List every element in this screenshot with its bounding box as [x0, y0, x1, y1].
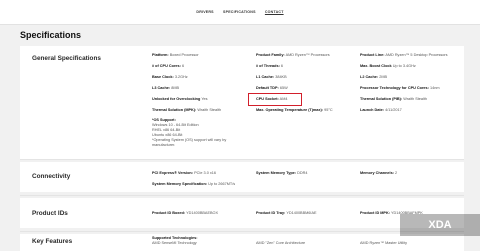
- section-divider: [20, 231, 464, 232]
- spec-launch-date: Launch Date: 4/11/2017: [360, 108, 402, 112]
- spec-platform: Platform: Boxed Processor: [152, 53, 199, 57]
- spec-threads: # of Threads: 6: [256, 64, 284, 68]
- xda-watermark-logo: XDA: [400, 214, 480, 236]
- spec-product-id-tray: Product ID Tray: YD1400BBM6IAE: [256, 211, 317, 215]
- nav-link-drivers[interactable]: DRIVERS: [196, 10, 213, 14]
- feature-sensemi: AMD SenseMI Technology: [152, 241, 197, 245]
- general-specifications-panel: [20, 46, 464, 159]
- spec-product-id-boxed: Product ID Boxed: YD1400BBAEBOX: [152, 211, 218, 215]
- spec-pcie-version: PCI Express® Version: PCIe 3.0 x16: [152, 171, 217, 175]
- section-divider: [20, 159, 464, 160]
- page-title: Specifications: [20, 30, 82, 40]
- spec-product-line: Product Line: AMD Ryzen™ 5 Desktop Proce…: [360, 53, 448, 57]
- nav-link-contact[interactable]: CONTACT: [265, 10, 284, 14]
- spec-product-family: Product Family: AMD Ryzen™ Processors: [256, 53, 330, 57]
- spec-process-technology: Processor Technology for CPU Cores: 14nm: [360, 86, 440, 90]
- section-title-key-features: Key Features: [32, 238, 73, 245]
- connectivity-panel: [20, 162, 464, 192]
- section-title-connectivity: Connectivity: [32, 173, 71, 180]
- spec-max-operating-temp: Max. Operating Temperature (Tjmax): 95°C: [256, 108, 333, 112]
- spec-default-tdp: Default TDP: 65W: [256, 86, 288, 90]
- section-title-general: General Specifications: [32, 55, 101, 62]
- feature-zen-core: AMD "Zen" Core Architecture: [256, 241, 306, 245]
- section-divider: [20, 195, 464, 196]
- spec-thermal-solution-pib: Thermal Solution (PIB): Wraith Stealth: [360, 97, 428, 101]
- spec-base-clock: Base Clock: 3.2GHz: [152, 75, 188, 79]
- spec-cpu-socket: CPU Socket: AM4: [256, 97, 288, 101]
- spec-max-boost-clock: Max. Boost Clock Up to 3.4GHz: [360, 64, 416, 68]
- nav-link-specifications[interactable]: SPECIFICATIONS: [223, 10, 256, 14]
- feature-ryzen-master: AMD Ryzen™ Master Utility: [360, 241, 408, 245]
- spec-cpu-cores: # of CPU Cores: 6: [152, 64, 185, 68]
- spec-memory-specification: System Memory Specification: Up to 2667M…: [152, 182, 236, 186]
- spec-memory-type: System Memory Type: DDR4: [256, 171, 308, 175]
- spec-unlocked-overclocking: Unlocked for Overclocking Yes: [152, 97, 208, 101]
- spec-l1-cache: L1 Cache: 384KB: [256, 75, 287, 79]
- spec-l3-cache: L3 Cache: 8MB: [152, 86, 180, 90]
- top-navigation-bar: DRIVERS SPECIFICATIONS CONTACT: [0, 0, 480, 25]
- spec-thermal-solution-mpk: Thermal Solution (MPK): Wraith Stealth: [152, 108, 222, 112]
- spec-memory-channels: Memory Channels: 2: [360, 171, 398, 175]
- spec-l2-cache: L2 Cache: 2MB: [360, 75, 388, 79]
- nav-links: DRIVERS SPECIFICATIONS CONTACT: [0, 10, 480, 14]
- section-title-product-ids: Product IDs: [32, 210, 68, 217]
- spec-os-support: *OS Support: Windows 10 - 64-Bit Edition…: [152, 118, 227, 148]
